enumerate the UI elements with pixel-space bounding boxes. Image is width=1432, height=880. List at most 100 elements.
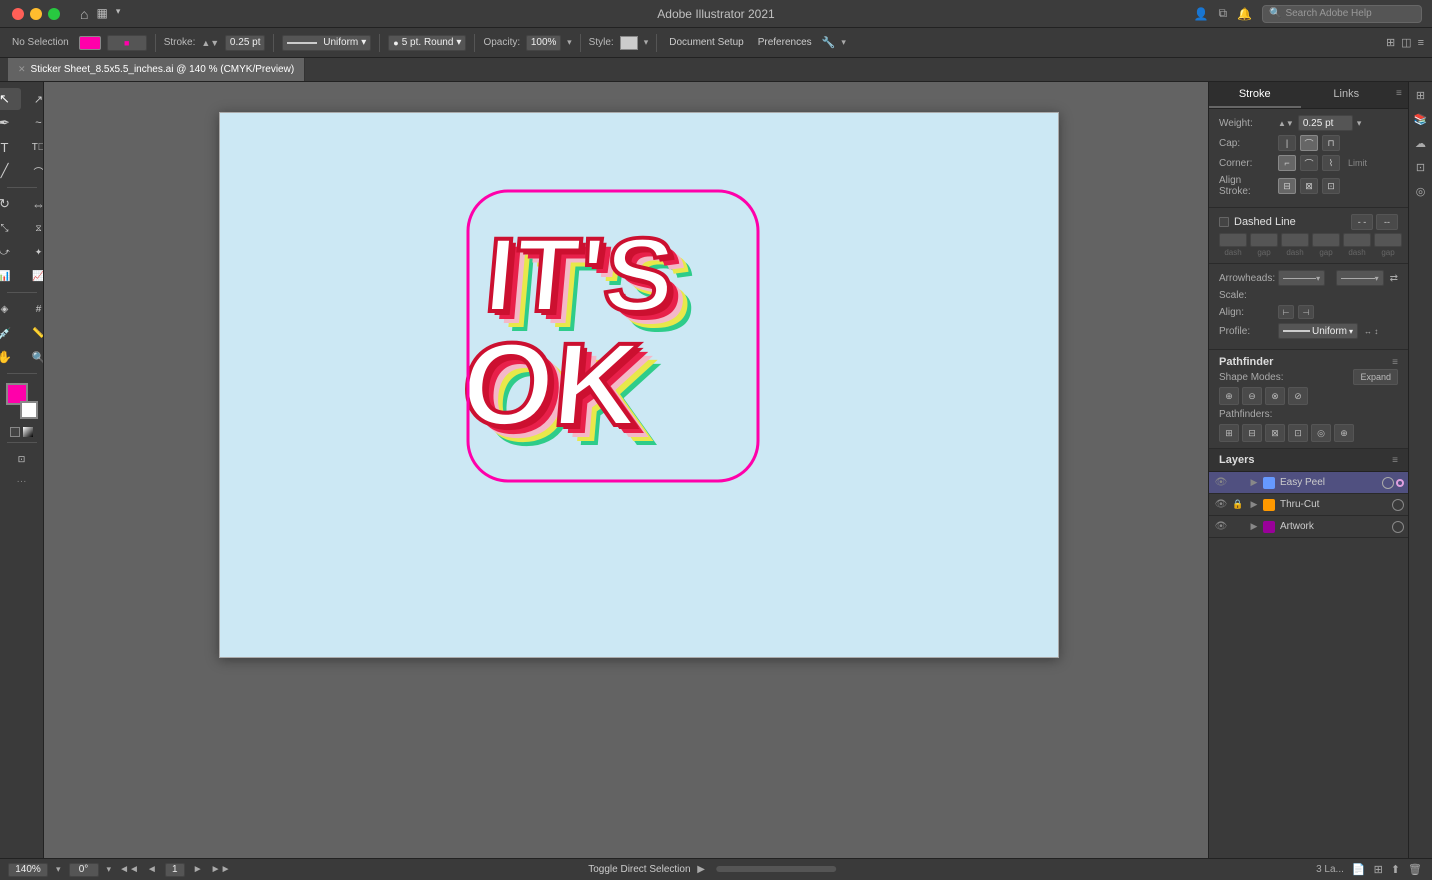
stroke-type-dropdown[interactable]: Uniform ▾: [282, 35, 371, 51]
panel-icon[interactable]: ◫: [1401, 36, 1411, 49]
crop-btn[interactable]: ⊡: [1288, 424, 1308, 442]
trim-btn[interactable]: ⊟: [1242, 424, 1262, 442]
nav-last-icon[interactable]: ►►: [211, 864, 231, 875]
more-tools[interactable]: ···: [17, 476, 27, 487]
stroke-color[interactable]: [20, 401, 38, 419]
window-icon[interactable]: ⧉: [1218, 6, 1227, 21]
weight-chevron[interactable]: ▾: [1357, 118, 1362, 129]
page-input[interactable]: 1: [165, 863, 185, 877]
scroll-bar[interactable]: [716, 866, 836, 872]
arc-tool[interactable]: ⌒: [23, 160, 45, 182]
tab-close-icon[interactable]: ✕: [18, 64, 26, 75]
links-tab[interactable]: Links: [1301, 82, 1393, 108]
cap-butt-btn[interactable]: |: [1278, 135, 1296, 151]
corner-bevel-btn[interactable]: ⌇: [1322, 155, 1340, 171]
line-tool[interactable]: ╱: [0, 160, 21, 182]
doc-setup-button[interactable]: Document Setup: [665, 35, 748, 50]
dash-style-2-btn[interactable]: --: [1376, 214, 1398, 230]
minimize-button[interactable]: [30, 8, 42, 20]
properties-icon[interactable]: ⊞: [1412, 86, 1430, 104]
corner-round-btn[interactable]: ⌒: [1300, 155, 1318, 171]
profile-extra[interactable]: ↔ ↕: [1364, 327, 1378, 336]
dash1-input[interactable]: [1219, 233, 1247, 247]
weight-up-down[interactable]: ▲▼: [1278, 119, 1294, 128]
mesh-tool[interactable]: #: [23, 298, 45, 320]
layer-expand-easypeel[interactable]: ▶: [1247, 477, 1261, 488]
home-icon[interactable]: ⌂: [80, 6, 88, 22]
corner-miter-btn[interactable]: ⌐: [1278, 155, 1296, 171]
gradient-tool[interactable]: ◈: [0, 298, 21, 320]
hand-tool[interactable]: ✋: [0, 346, 21, 368]
cap-square-btn[interactable]: ⊓: [1322, 135, 1340, 151]
layer-eye-easypeel[interactable]: 👁: [1213, 477, 1229, 488]
vertical-type-tool[interactable]: T⃒: [23, 136, 45, 158]
dashed-line-checkbox[interactable]: [1219, 217, 1229, 227]
align-left-btn[interactable]: ⊢: [1278, 305, 1294, 319]
dash2-input[interactable]: [1281, 233, 1309, 247]
profile-dropdown[interactable]: Uniform ▾: [1278, 323, 1358, 339]
menu-icon[interactable]: ≡: [1418, 37, 1424, 49]
merge-btn[interactable]: ⊠: [1265, 424, 1285, 442]
align-inside-btn[interactable]: ⊠: [1300, 178, 1318, 194]
layer-circle-artwork[interactable]: [1392, 521, 1404, 533]
direct-selection-tool[interactable]: ↗: [23, 88, 45, 110]
align-outside-btn[interactable]: ⊡: [1322, 178, 1340, 194]
none-icon[interactable]: [10, 427, 20, 437]
transform-icon[interactable]: ⊡: [1412, 158, 1430, 176]
stroke-weight-input[interactable]: 0.25 pt: [225, 35, 265, 51]
layer-circle-easypeel[interactable]: [1382, 477, 1394, 489]
pen-tool[interactable]: ✒: [0, 112, 21, 134]
libraries-icon[interactable]: 📚: [1412, 110, 1430, 128]
layer-row-thrucut[interactable]: 👁 🔒 ▶ Thru-Cut: [1209, 494, 1408, 516]
gap3-input[interactable]: [1374, 233, 1402, 247]
bell-icon[interactable]: 🔔: [1237, 7, 1252, 21]
outline-btn[interactable]: ◎: [1311, 424, 1331, 442]
gap1-input[interactable]: [1250, 233, 1278, 247]
pathfinder-menu-icon[interactable]: ≡: [1392, 357, 1398, 368]
bar-graph-tool[interactable]: 📈: [23, 265, 45, 287]
zoom-input[interactable]: 140%: [8, 863, 48, 877]
preferences-button[interactable]: Preferences: [754, 35, 816, 50]
active-tab[interactable]: ✕ Sticker Sheet_8.5x5.5_inches.ai @ 140 …: [8, 58, 305, 81]
nav-next-icon[interactable]: ►: [193, 864, 203, 875]
type-tool[interactable]: T: [0, 136, 21, 158]
align-center-btn[interactable]: ⊟: [1278, 178, 1296, 194]
opacity-chevron[interactable]: ▾: [567, 37, 572, 48]
divide-btn[interactable]: ⊞: [1219, 424, 1239, 442]
curvature-tool[interactable]: ~: [23, 112, 45, 134]
dash3-input[interactable]: [1343, 233, 1371, 247]
arrange-icon[interactable]: ⊞: [1386, 36, 1395, 49]
column-graph-tool[interactable]: 📊: [0, 265, 21, 287]
delete-icon[interactable]: 🗑: [1408, 863, 1422, 876]
style-swatch[interactable]: [620, 36, 638, 50]
align-right-btn[interactable]: ⊣: [1298, 305, 1314, 319]
reflect-tool[interactable]: ⇔: [23, 193, 45, 215]
nav-prev-icon[interactable]: ◄◄: [119, 864, 139, 875]
gradient-swatch[interactable]: [23, 427, 33, 437]
stroke-color-input[interactable]: ■: [107, 35, 147, 51]
close-button[interactable]: [12, 8, 24, 20]
toggle-icon[interactable]: ▶: [697, 864, 705, 875]
layer-expand-artwork[interactable]: ▶: [1247, 521, 1261, 532]
minus-front-btn[interactable]: ⊖: [1242, 387, 1262, 405]
angle-input[interactable]: 0°: [69, 863, 99, 877]
scale-tool[interactable]: ⤡: [0, 217, 21, 239]
layer-circle-thrucut[interactable]: [1392, 499, 1404, 511]
dash-style-1-btn[interactable]: - -: [1351, 214, 1373, 230]
arrowhead-start-dropdown[interactable]: ▾: [1278, 270, 1325, 286]
eyedropper-tool[interactable]: 💉: [0, 322, 21, 344]
rotate-tool[interactable]: ↻: [0, 193, 21, 215]
layer-row-easypeel[interactable]: 👁 ▶ Easy Peel: [1209, 472, 1408, 494]
stroke-color-swatch[interactable]: [79, 36, 101, 50]
layer-expand-thrucut[interactable]: ▶: [1247, 499, 1261, 510]
puppet-warp-tool[interactable]: ✦: [23, 241, 45, 263]
measure-tool[interactable]: 📏: [23, 322, 45, 344]
style-chevron[interactable]: ▾: [644, 37, 649, 48]
shear-tool[interactable]: ⧖: [23, 217, 45, 239]
chevron-down-icon[interactable]: ▾: [116, 6, 121, 22]
selection-tool[interactable]: ↖: [0, 88, 21, 110]
warp-tool[interactable]: ⤻: [0, 241, 21, 263]
arrowhead-end-dropdown[interactable]: ▾: [1336, 270, 1383, 286]
new-layer-icon[interactable]: 📄: [1352, 863, 1366, 876]
wrench-chevron[interactable]: ▾: [841, 37, 846, 48]
